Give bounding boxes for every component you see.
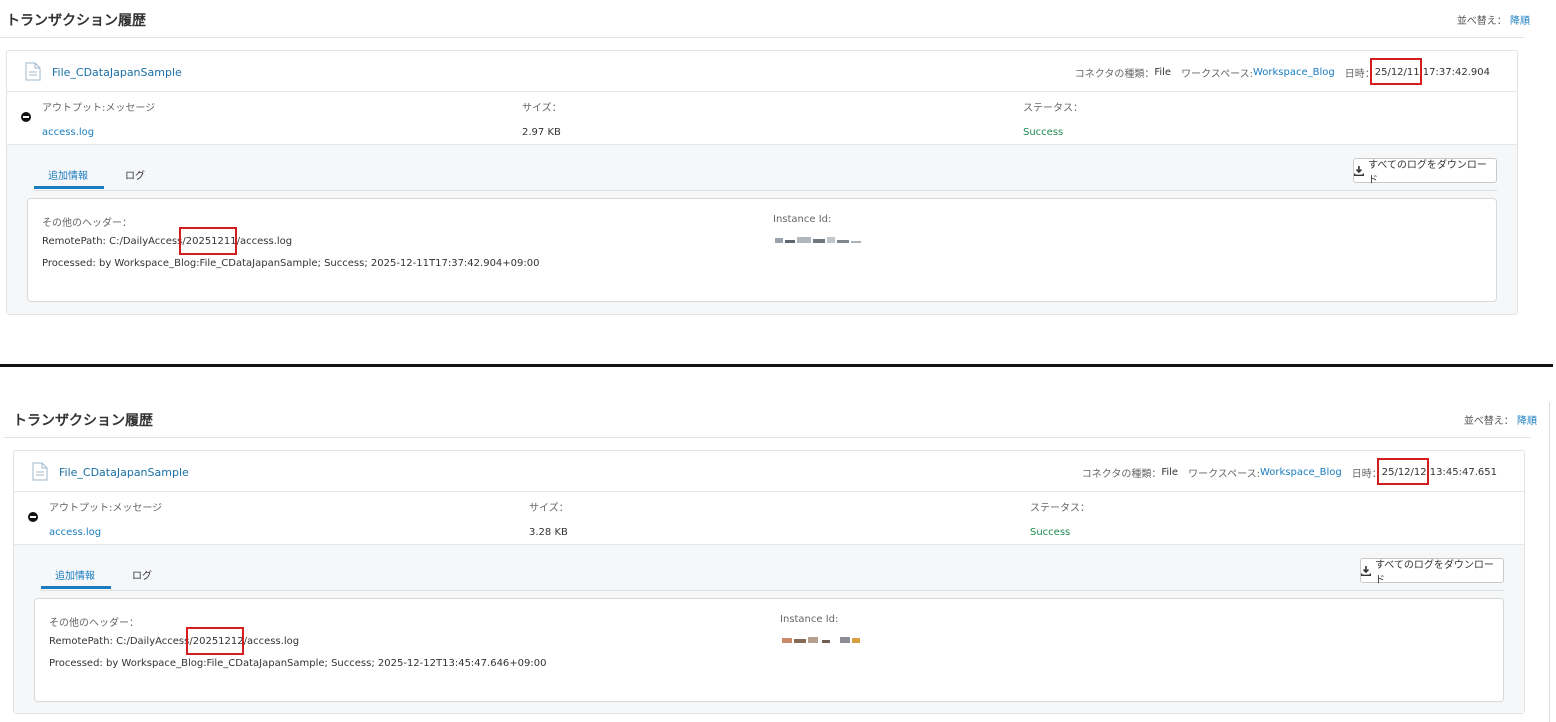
highlight-box bbox=[186, 627, 244, 655]
download-icon bbox=[1354, 165, 1364, 176]
collapse-icon[interactable] bbox=[28, 512, 38, 522]
size-value: 3.28 KB bbox=[529, 527, 568, 538]
output-row: アウトプット:メッセージ access.log サイズ： 2.97 KB ステー… bbox=[7, 92, 1517, 144]
instance-id-label: Instance Id: bbox=[773, 214, 832, 225]
date-value-wrap: 25/12/11 17:37:42.904 bbox=[1369, 58, 1490, 85]
scrollbar-edge bbox=[1549, 402, 1550, 722]
headers-label: その他のヘッダー： bbox=[42, 218, 132, 229]
status-value: Success bbox=[1030, 527, 1071, 538]
sort-label: 並べ替え： bbox=[1463, 416, 1514, 427]
page-title: トランザクション履歴 bbox=[6, 13, 146, 29]
status-label: ステータス： bbox=[1023, 103, 1083, 114]
headers-label: その他のヘッダー： bbox=[49, 618, 139, 629]
remote-path: RemotePath: C:/DailyAccess/20251212/acce… bbox=[49, 627, 300, 655]
sort-value[interactable]: 降順 bbox=[1510, 16, 1530, 27]
detail-section: 追加情報 ログ すべてのログをダウンロード その他のヘッダー： RemotePa… bbox=[14, 544, 1524, 713]
file-icon bbox=[25, 62, 41, 81]
screenshot-divider bbox=[0, 364, 1553, 367]
processed-line: Processed: by Workspace_Blog:File_CDataJ… bbox=[49, 658, 547, 669]
additional-info-box: その他のヘッダー： RemotePath: C:/DailyAccess/202… bbox=[34, 598, 1504, 702]
output-file-link[interactable]: access.log bbox=[42, 127, 155, 138]
connector-label: コネクタの種類： bbox=[1081, 469, 1162, 480]
date-value-wrap: 25/12/12 13:45:47.651 bbox=[1376, 458, 1497, 485]
download-all-logs-button[interactable]: すべてのログをダウンロード bbox=[1353, 158, 1497, 186]
status-column: ステータス： Success bbox=[1030, 499, 1090, 538]
output-label: アウトプット:メッセージ bbox=[42, 103, 156, 114]
output-file-link[interactable]: access.log bbox=[49, 527, 162, 538]
detail-tabs: 追加情報 ログ すべてのログをダウンロード bbox=[41, 545, 1504, 591]
workspace-link[interactable]: Workspace_Blog bbox=[1253, 67, 1335, 78]
transaction-panel-2: トランザクション履歴 並べ替え： 降順 File_CDataJapanSampl… bbox=[0, 370, 1556, 722]
detail-section: 追加情報 ログ すべてのログをダウンロード その他のヘッダー： RemotePa… bbox=[7, 144, 1517, 314]
output-column: アウトプット:メッセージ access.log bbox=[42, 99, 155, 138]
connector-label: コネクタの種類： bbox=[1074, 69, 1155, 80]
file-name-link[interactable]: File_CDataJapanSample bbox=[52, 66, 182, 79]
card-header: File_CDataJapanSample コネクタの種類： File ワークス… bbox=[7, 51, 1517, 92]
transaction-panel-1: トランザクション履歴 並べ替え： 降順 File_CDataJapanSampl… bbox=[0, 0, 1556, 360]
highlight-box bbox=[1369, 58, 1422, 85]
download-label: すべてのログをダウンロード bbox=[1367, 159, 1487, 186]
highlight-box bbox=[1376, 458, 1429, 485]
workspace-label: ワークスペース: bbox=[1181, 69, 1253, 80]
divider bbox=[0, 37, 1524, 38]
download-label: すべてのログをダウンロード bbox=[1374, 559, 1494, 586]
remote-path-text: RemotePath: C:/DailyAccess/20251212/acce… bbox=[49, 636, 300, 647]
remote-path: RemotePath: C:/DailyAccess/20251211/acce… bbox=[42, 227, 293, 255]
file-icon bbox=[32, 462, 48, 481]
tab-log[interactable]: ログ bbox=[132, 567, 152, 582]
size-value: 2.97 KB bbox=[522, 127, 561, 138]
status-column: ステータス： Success bbox=[1023, 99, 1083, 138]
output-label: アウトプット:メッセージ bbox=[49, 503, 163, 514]
output-row: アウトプット:メッセージ access.log サイズ： 3.28 KB ステー… bbox=[14, 492, 1524, 544]
connector-value: File bbox=[1161, 467, 1179, 478]
sort-label: 並べ替え： bbox=[1456, 16, 1507, 27]
sort-control[interactable]: 並べ替え： 降順 bbox=[1457, 12, 1530, 27]
active-tab-indicator bbox=[34, 186, 104, 189]
sort-control[interactable]: 並べ替え： 降順 bbox=[1464, 412, 1537, 427]
tab-log[interactable]: ログ bbox=[125, 167, 145, 182]
page-title: トランザクション履歴 bbox=[13, 413, 153, 429]
transaction-card: File_CDataJapanSample コネクタの種類： File ワークス… bbox=[6, 50, 1518, 315]
tab-additional-info[interactable]: 追加情報 bbox=[55, 567, 95, 582]
transaction-card: File_CDataJapanSample コネクタの種類： File ワークス… bbox=[13, 450, 1525, 714]
processed-line: Processed: by Workspace_Blog:File_CDataJ… bbox=[42, 258, 540, 269]
workspace-label: ワークスペース: bbox=[1188, 469, 1260, 480]
divider bbox=[4, 437, 1531, 438]
instance-id-label: Instance Id: bbox=[780, 614, 839, 625]
active-tab-indicator bbox=[41, 586, 111, 589]
download-icon bbox=[1361, 565, 1371, 576]
highlight-box bbox=[179, 227, 237, 255]
size-label: サイズ： bbox=[529, 503, 569, 514]
instance-id-redacted bbox=[775, 237, 861, 243]
detail-tabs: 追加情報 ログ すべてのログをダウンロード bbox=[34, 145, 1497, 191]
status-label: ステータス： bbox=[1030, 503, 1090, 514]
download-all-logs-button[interactable]: すべてのログをダウンロード bbox=[1360, 558, 1504, 586]
instance-id-redacted bbox=[782, 637, 860, 643]
sort-value[interactable]: 降順 bbox=[1517, 416, 1537, 427]
collapse-icon[interactable] bbox=[21, 112, 31, 122]
file-name-link[interactable]: File_CDataJapanSample bbox=[59, 466, 189, 479]
size-column: サイズ： 2.97 KB bbox=[522, 99, 562, 138]
size-label: サイズ： bbox=[522, 103, 562, 114]
remote-path-text: RemotePath: C:/DailyAccess/20251211/acce… bbox=[42, 236, 293, 247]
output-column: アウトプット:メッセージ access.log bbox=[49, 499, 162, 538]
card-header: File_CDataJapanSample コネクタの種類： File ワークス… bbox=[14, 451, 1524, 492]
transaction-meta: コネクタの種類： File ワークスペース: Workspace_Blog 日時… bbox=[1081, 458, 1497, 485]
remote-path-wrap: RemotePath: C:/DailyAccess/20251212/acce… bbox=[49, 627, 300, 655]
workspace-link[interactable]: Workspace_Blog bbox=[1260, 467, 1342, 478]
tab-additional-info[interactable]: 追加情報 bbox=[48, 167, 88, 182]
transaction-meta: コネクタの種類： File ワークスペース: Workspace_Blog 日時… bbox=[1074, 58, 1490, 85]
additional-info-box: その他のヘッダー： RemotePath: C:/DailyAccess/202… bbox=[27, 198, 1497, 302]
connector-value: File bbox=[1154, 67, 1172, 78]
size-column: サイズ： 3.28 KB bbox=[529, 499, 569, 538]
remote-path-wrap: RemotePath: C:/DailyAccess/20251211/acce… bbox=[42, 227, 293, 255]
status-value: Success bbox=[1023, 127, 1064, 138]
